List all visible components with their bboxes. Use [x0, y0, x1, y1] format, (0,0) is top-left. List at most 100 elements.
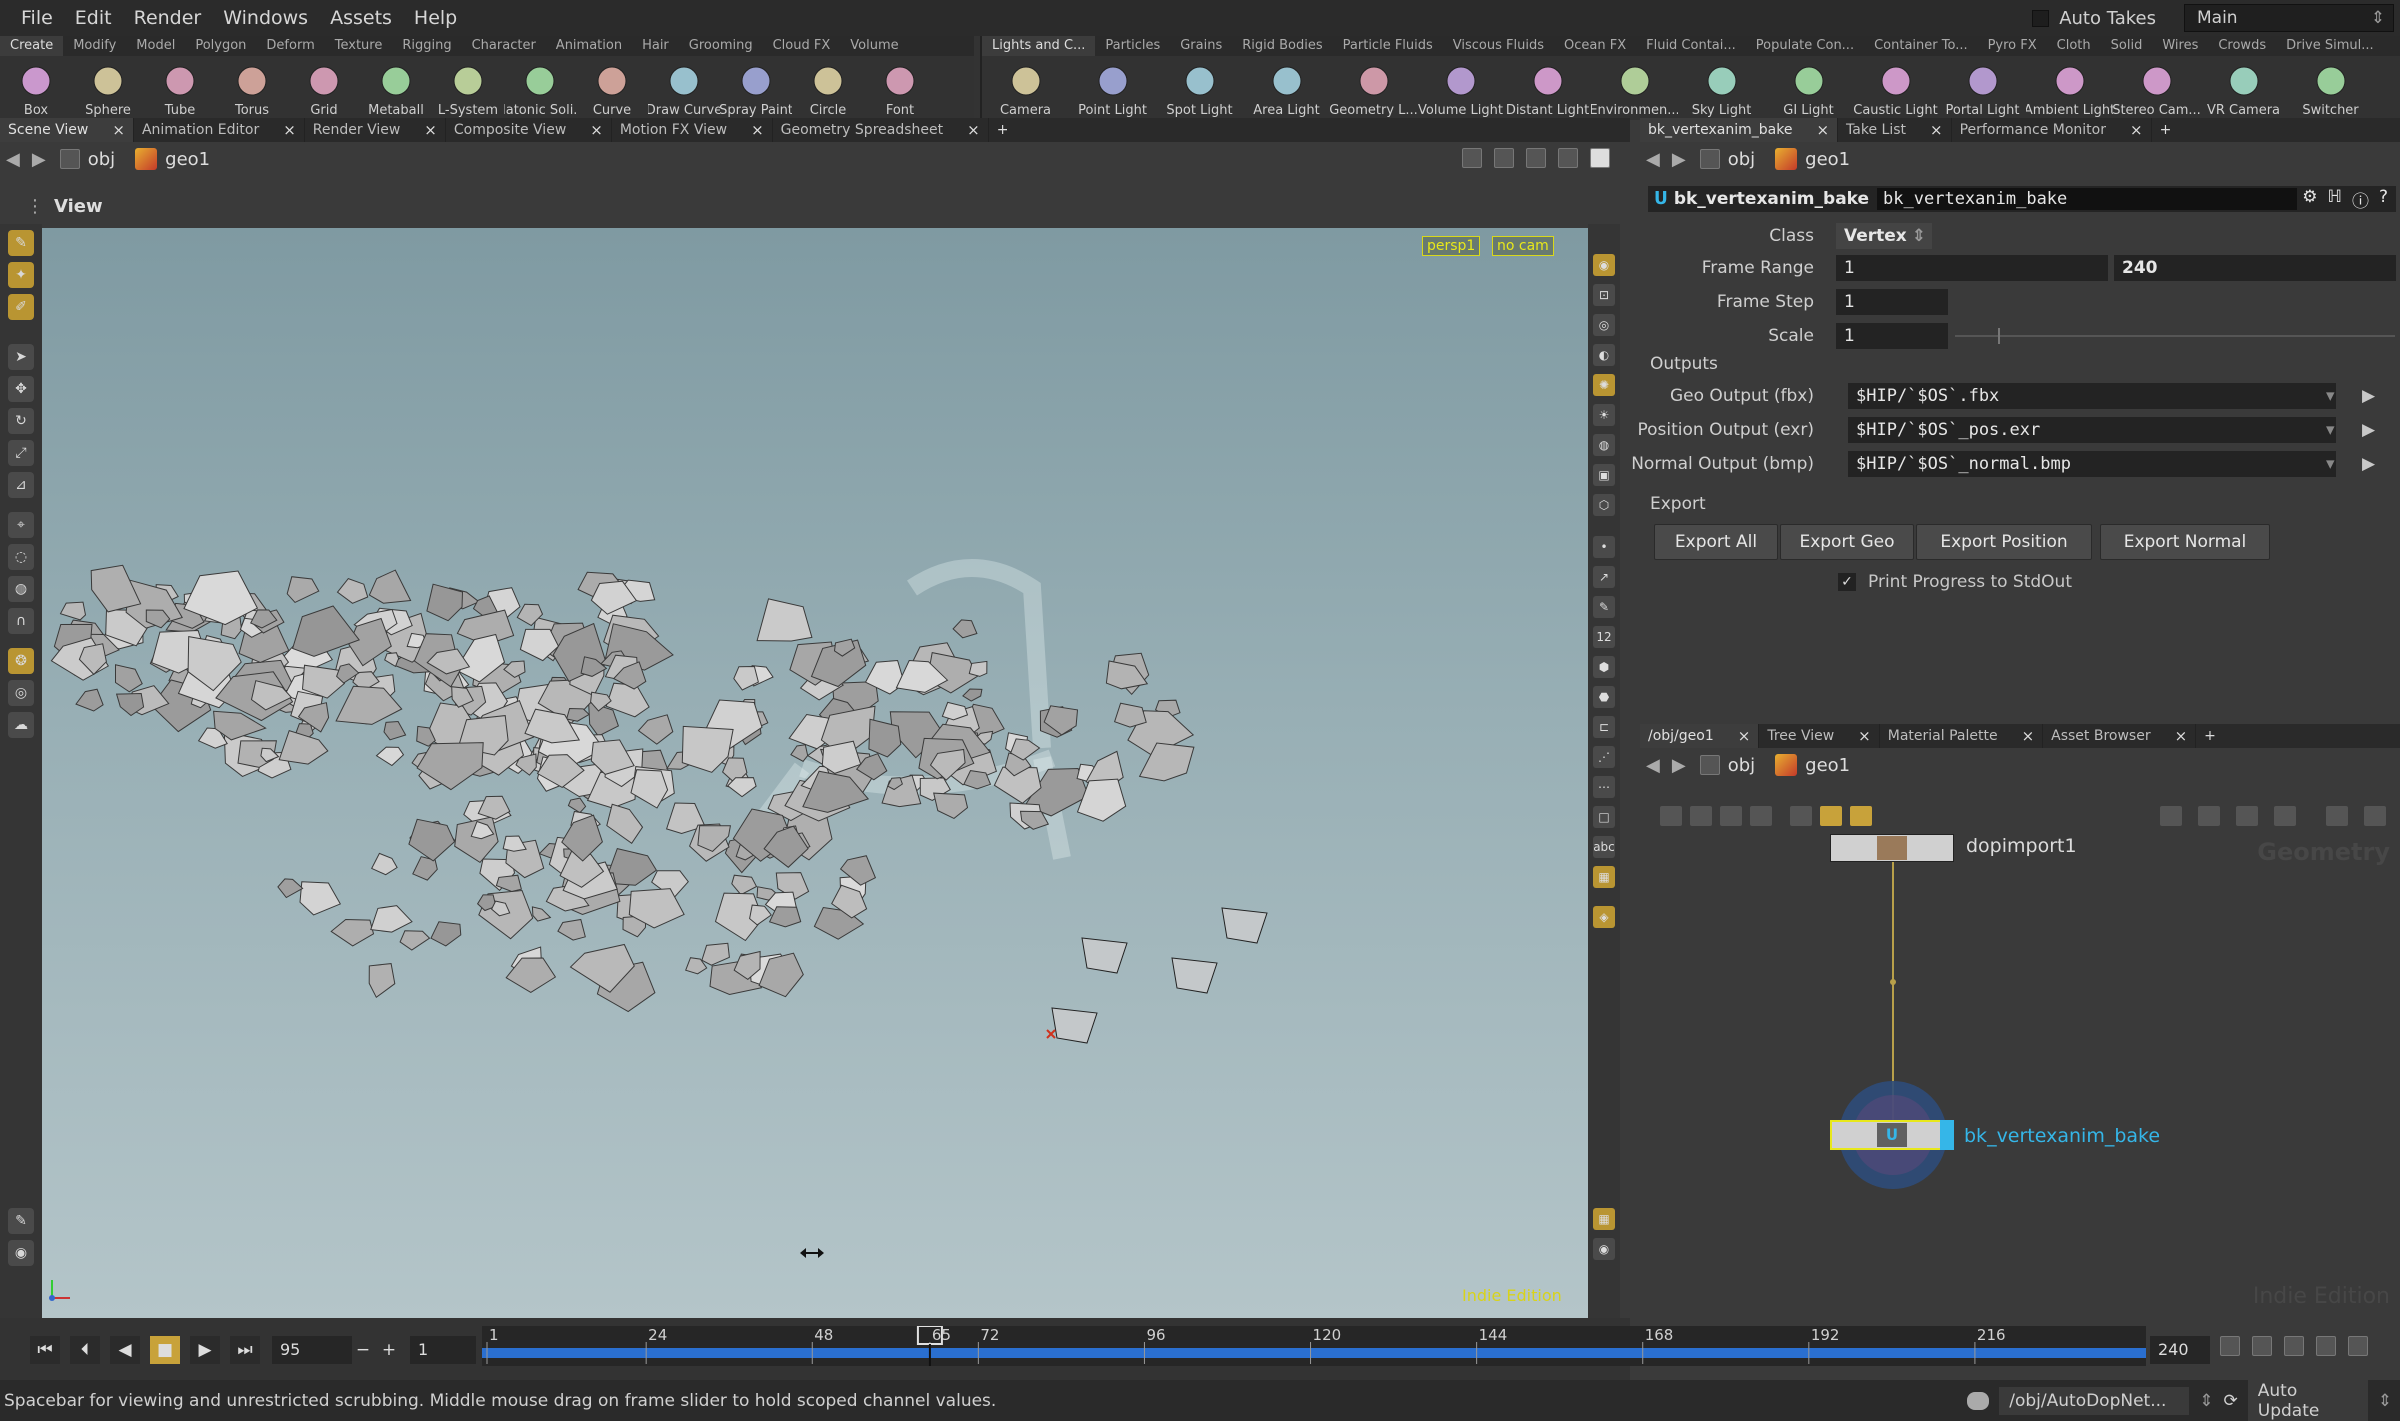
frame-range-bar[interactable]	[482, 1348, 2146, 1358]
pane-tab-motion-fx-view[interactable]: Motion FX View ×	[612, 118, 773, 142]
add-tab-icon[interactable]: +	[2196, 724, 2224, 748]
shelf-tab-polygon[interactable]: Polygon	[185, 36, 256, 56]
shelf-tool-stereo-cam-[interactable]: Stereo Cam...	[2113, 56, 2200, 120]
close-icon[interactable]: ×	[2175, 724, 2188, 748]
magnet-icon[interactable]: ∩	[8, 608, 34, 634]
close-icon[interactable]: ×	[2022, 724, 2035, 748]
normals-icon[interactable]: ↗	[1593, 566, 1615, 588]
path-obj[interactable]: obj	[59, 149, 115, 170]
shelf-tab-container-to-[interactable]: Container To...	[1864, 36, 1978, 56]
class-select[interactable]: Vertex ⇕	[1836, 223, 1932, 249]
dop-path-field[interactable]: /obj/AutoDopNet...	[1999, 1386, 2190, 1415]
shelf-tab-particles[interactable]: Particles	[1095, 36, 1170, 56]
shelf-tool-area-light[interactable]: Area Light	[1243, 56, 1330, 120]
file-chooser-icon[interactable]: ▶	[2362, 454, 2375, 474]
shelf-tab-grains[interactable]: Grains	[1170, 36, 1232, 56]
path-obj[interactable]: obj	[1699, 149, 1755, 170]
shelf-tool-circle[interactable]: Circle	[792, 56, 864, 120]
close-icon[interactable]: ×	[112, 118, 125, 142]
shelf-tool-metaball[interactable]: Metaball	[360, 56, 432, 120]
scale-slider[interactable]	[1955, 335, 2395, 337]
play-reverse-icon[interactable]: ◀	[110, 1336, 140, 1364]
dropdown-arrow-icon[interactable]: ▾	[2326, 454, 2335, 474]
scale-tool-icon[interactable]: ⤢	[8, 440, 34, 466]
view-handle-icon[interactable]: ⋮	[26, 196, 44, 217]
shelf-tool-camera[interactable]: Camera	[982, 56, 1069, 120]
scale-slider-handle[interactable]	[1998, 328, 2000, 344]
pane-tab-render-view[interactable]: Render View ×	[305, 118, 446, 142]
frame-slider[interactable]: 1 24 48 65 72 96 120 144 168 192 216	[482, 1326, 2146, 1366]
shelf-tab-crowds[interactable]: Crowds	[2208, 36, 2276, 56]
end-frame-field[interactable]: 240	[2150, 1336, 2210, 1364]
shelf-tool-font[interactable]: Font	[864, 56, 936, 120]
back-arrow-icon[interactable]: ◀	[1646, 149, 1660, 170]
current-frame-field[interactable]: 95	[272, 1336, 352, 1364]
3d-viewport[interactable]: persp1 no cam Indie Edition	[42, 228, 1588, 1318]
guides-icon[interactable]: ◈	[1593, 906, 1615, 928]
back-arrow-icon[interactable]: ◀	[1646, 755, 1660, 776]
loop-icon[interactable]	[2284, 1336, 2304, 1356]
geo-output-field[interactable]: $HIP/`$OS`.fbx	[1848, 383, 2336, 409]
pane-tab-composite-view[interactable]: Composite View ×	[446, 118, 612, 142]
uv-icon[interactable]: ⊏	[1593, 716, 1615, 738]
forward-arrow-icon[interactable]: ▶	[1672, 755, 1686, 776]
shelf-tool-volume-light[interactable]: Volume Light	[1417, 56, 1504, 120]
lock-icon[interactable]: ⊡	[1593, 284, 1615, 306]
desktop-selector[interactable]: Main ⇕	[2184, 4, 2394, 32]
paint-select-icon[interactable]: ◍	[8, 576, 34, 602]
shelf-tool-environmen-[interactable]: Environmen...	[1591, 56, 1678, 120]
dropdown-arrow-icon[interactable]: ▾	[2326, 386, 2335, 406]
shelf-tool-spot-light[interactable]: Spot Light	[1156, 56, 1243, 120]
shelf-tool-point-light[interactable]: Point Light	[1069, 56, 1156, 120]
prev-key-icon[interactable]: ⏴	[70, 1336, 100, 1364]
maximize-icon[interactable]	[1590, 148, 1610, 168]
shelf-tab-pyro-fx[interactable]: Pyro FX	[1978, 36, 2047, 56]
dopimport1-label[interactable]: dopimport1	[1966, 835, 2077, 857]
shelf-tool-draw-curve[interactable]: Draw Curve	[648, 56, 720, 120]
help-doc-icon[interactable]: ℍ	[2328, 187, 2342, 212]
pane-tab-tree-view[interactable]: Tree View ×	[1759, 724, 1880, 748]
forward-arrow-icon[interactable]: ▶	[1672, 149, 1686, 170]
camera-tool-icon[interactable]: ☁	[8, 712, 34, 738]
view-cube-icon[interactable]	[1526, 148, 1546, 168]
shelf-tab-create[interactable]: Create	[0, 36, 64, 56]
shelf-tool-box[interactable]: Box	[0, 56, 72, 120]
print-progress-toggle[interactable]: ✓ Print Progress to StdOut	[1838, 572, 2072, 592]
shelf-tab-rigging[interactable]: Rigging	[392, 36, 461, 56]
pane-tab-geometry-spreadsheet[interactable]: Geometry Spreadsheet ×	[773, 118, 989, 142]
bk-vertexanim-bake-label[interactable]: bk_vertexanim_bake	[1964, 1125, 2160, 1147]
network-editor[interactable]: Geometry Indie Edition dopimport1 ᑌ bk_v…	[1640, 800, 2400, 1318]
close-icon[interactable]: ×	[751, 118, 764, 142]
shelf-tab-deform[interactable]: Deform	[256, 36, 324, 56]
update-mode-select[interactable]: Auto Update	[2247, 1376, 2368, 1421]
jump-start-icon[interactable]: ⏮	[30, 1336, 60, 1364]
file-chooser-icon[interactable]: ▶	[2362, 386, 2375, 406]
normal-output-field[interactable]: $HIP/`$OS`_normal.bmp	[1848, 451, 2336, 477]
shading-icon[interactable]: ▣	[1593, 464, 1615, 486]
pane-tab-take-list[interactable]: Take List ×	[1838, 118, 1952, 142]
no-cam-tag[interactable]: no cam	[1492, 236, 1554, 256]
pane-tab-material-palette[interactable]: Material Palette ×	[1880, 724, 2044, 748]
shelf-tool-grid[interactable]: Grid	[288, 56, 360, 120]
shelf-tab-texture[interactable]: Texture	[325, 36, 393, 56]
path-geo1[interactable]: geo1	[1775, 754, 1850, 776]
pane-tab--obj-geo1[interactable]: /obj/geo1 ×	[1640, 724, 1760, 748]
auto-takes-toggle[interactable]: Auto Takes	[2032, 8, 2156, 29]
text-display-icon[interactable]: abc	[1593, 836, 1615, 858]
flipbook-icon[interactable]: ◉	[8, 1240, 34, 1266]
key-icon[interactable]	[2220, 1336, 2240, 1356]
shelf-tab-particle-fluids[interactable]: Particle Fluids	[1333, 36, 1443, 56]
lasso-icon[interactable]: ◌	[8, 544, 34, 570]
play-icon[interactable]: ▶	[190, 1336, 220, 1364]
scale-field[interactable]: 1	[1836, 323, 1948, 349]
close-icon[interactable]: ×	[967, 118, 980, 142]
shelf-tab-hair[interactable]: Hair	[632, 36, 679, 56]
display-icon[interactable]: ◉	[1593, 254, 1615, 276]
shelf-tool-switcher[interactable]: Switcher	[2287, 56, 2374, 120]
shelf-tool-geometry-l-[interactable]: Geometry L...	[1330, 56, 1417, 120]
close-icon[interactable]: ×	[2130, 118, 2143, 142]
rotate-tool-icon[interactable]: ↻	[8, 408, 34, 434]
pane-tab-scene-view[interactable]: Scene View ×	[0, 118, 134, 142]
move-tool-icon[interactable]: ✥	[8, 376, 34, 402]
bk-vertexanim-bake-node[interactable]: ᑌ	[1830, 1120, 1954, 1150]
